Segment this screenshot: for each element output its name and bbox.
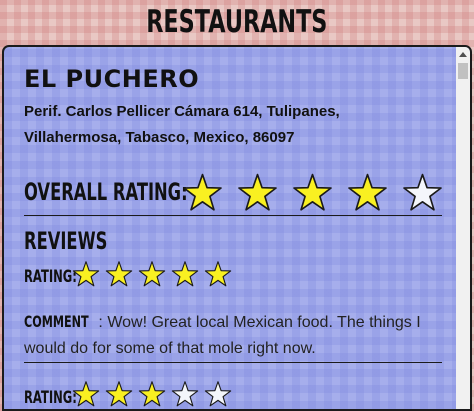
address-line-2: Villahermosa, Tabasco, Mexico, 86097 xyxy=(24,129,295,146)
reviews-title: REVIEWS xyxy=(24,227,108,255)
star-filled-icon xyxy=(183,173,222,211)
star-filled-icon xyxy=(105,381,133,407)
star-filled-icon xyxy=(293,173,332,211)
star-filled-icon xyxy=(138,261,166,287)
star-filled-icon xyxy=(348,173,387,211)
page-title: RESTAURANTS xyxy=(146,4,328,40)
page-header: RESTAURANTS xyxy=(0,0,474,46)
star-filled-icon xyxy=(138,381,166,407)
restaurant-card[interactable]: EL PUCHERO Perif. Carlos Pellicer Cámara… xyxy=(2,45,472,411)
star-filled-icon xyxy=(171,261,199,287)
comment-label: COMMENT xyxy=(24,312,89,331)
star-empty-icon xyxy=(204,381,232,407)
divider xyxy=(24,215,442,216)
restaurant-address: Perif. Carlos Pellicer Cámara 614, Tulip… xyxy=(24,99,444,151)
star-empty-icon xyxy=(403,173,442,211)
review-rating-stars xyxy=(72,380,232,408)
address-line-1: Perif. Carlos Pellicer Cámara 614, Tulip… xyxy=(24,103,340,120)
star-filled-icon xyxy=(204,261,232,287)
overall-rating-label: OVERALL RATING: xyxy=(24,178,188,206)
restaurant-name: EL PUCHERO xyxy=(24,65,200,93)
star-filled-icon xyxy=(72,261,100,287)
overall-rating-stars xyxy=(182,172,443,213)
divider xyxy=(24,362,442,363)
star-filled-icon xyxy=(72,381,100,407)
review-rating-label: RATING: xyxy=(24,267,77,287)
overall-rating: OVERALL RATING: xyxy=(24,172,444,212)
review-rating-label: RATING: xyxy=(24,388,77,408)
vertical-scrollbar[interactable] xyxy=(456,47,470,409)
star-filled-icon xyxy=(105,261,133,287)
scroll-up-arrow-icon[interactable] xyxy=(456,47,470,61)
review-rating-stars xyxy=(72,260,232,288)
star-empty-icon xyxy=(171,381,199,407)
review-comment: COMMENT: Wow! Great local Mexican food. … xyxy=(24,309,442,362)
scrollbar-thumb[interactable] xyxy=(458,63,468,79)
star-filled-icon xyxy=(238,173,277,211)
